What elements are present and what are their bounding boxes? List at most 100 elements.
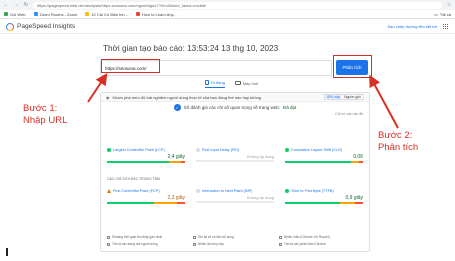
metric-ttfb[interactable]: Time to First Byte (TTFB) 0,9 giây	[285, 189, 363, 204]
distribution-bar	[285, 161, 363, 163]
metric-label: Cumulative Layout Shift (CLS)	[291, 148, 343, 152]
visits-icon	[193, 242, 196, 246]
metric-value: 2,4 giây	[167, 154, 185, 160]
section-label: CÁC CHỈ SỐ KHÁC TRỌNG TÂM	[107, 177, 160, 181]
star-icon[interactable]: ☆	[446, 2, 452, 8]
header-actions: Sao chép đường liên kết tới	[387, 23, 449, 30]
metric-label: First Contentful Paint (FCP)	[113, 189, 160, 193]
metric-value: 0,06	[353, 154, 363, 160]
metric-lcp[interactable]: Largest Contentful Paint (LCP) 2,4 giây	[107, 148, 185, 163]
metric-value: 0,9 giây	[345, 195, 363, 201]
distribution-bar	[107, 161, 185, 163]
assessment-text: Số đánh giá các chỉ số quan trọng về tra…	[183, 105, 281, 110]
good-circle-icon	[107, 148, 111, 152]
metric-value: Không áp dụng	[246, 195, 274, 200]
bookmark-label: How to Learn Any...	[141, 11, 177, 17]
bookmark-favicon-icon	[33, 12, 38, 16]
reload-icon[interactable]: ↻	[23, 2, 29, 8]
tab-label: Di động	[211, 80, 225, 85]
analyze-button-highlight	[333, 55, 372, 78]
metric-value: Không áp dụng	[246, 154, 274, 159]
metric-fid[interactable]: First Input Delay (FID) Không áp dụng	[196, 148, 274, 162]
page-title: Thời gian tạo báo cáo: 13:53:24 13 thg 1…	[103, 44, 279, 53]
metric-label: Largest Contentful Paint (LCP)	[113, 148, 165, 152]
back-arrow-icon[interactable]: ←	[3, 2, 9, 8]
bookmark-label: Gói Web	[10, 11, 26, 17]
bookmark-3[interactable]: How to Learn Any...	[135, 11, 177, 17]
tab-label: Máy tính	[242, 80, 259, 86]
results-card: ◉ Khám phá mức độ trải nghiệm người dùng…	[100, 92, 370, 252]
psi-logo-text: PageSpeed Insights	[17, 23, 76, 30]
chrome-icon	[279, 242, 282, 246]
step1-annotation: Bước 1: Nhập URL	[23, 103, 68, 126]
metric-cls[interactable]: Cumulative Layout Shift (CLS) 0,06	[285, 148, 363, 163]
arrow-to-analyze-button	[369, 74, 399, 129]
card-header: ◉ Khám phá mức độ trải nghiệm người dùng…	[101, 93, 369, 102]
bookmark-label: Zoom Rooms - Zoom	[39, 11, 78, 17]
data-source-notes: Khoảng thời gian thu thập gần nhất Ghi l…	[107, 235, 365, 246]
card-header-text: Khám phá mức độ trải nghiệm người dùng t…	[112, 94, 262, 100]
bookmark-favicon-icon	[4, 12, 8, 16]
warning-triangle-icon	[107, 189, 111, 193]
clock-icon	[193, 235, 196, 239]
toggle-origin[interactable]: Nguồn gốc	[342, 95, 363, 99]
bookmark-favicon-icon	[135, 12, 140, 16]
note-item: Tất cả các trang mà người dùng	[107, 242, 193, 246]
browser-toolbar: ← → ↻ https://pagespeed.web.dev/analysis…	[0, 0, 455, 10]
metric-fcp[interactable]: First Contentful Paint (FCP) 2,3 giây	[107, 189, 185, 204]
phone-icon	[205, 80, 209, 85]
all-bookmarks[interactable]: ▭ Tất cả	[434, 12, 451, 17]
calendar-icon	[107, 235, 110, 239]
note-item: Khoảng thời gian thu thập gần nhất	[107, 235, 193, 239]
bookmark-favicon-icon	[85, 12, 90, 16]
neutral-circle-icon	[196, 189, 200, 193]
note-item: Ghi lại về số liệu bổ sung	[193, 235, 279, 239]
folder-icon: ▭	[434, 11, 438, 17]
address-url: https://pagespeed.web.dev/analysis/https…	[37, 2, 206, 8]
distribution-bar	[107, 202, 185, 204]
good-circle-icon	[285, 148, 289, 152]
note-item: Nhiều mẫu (Chrome UX Report)	[279, 235, 365, 239]
desktop-icon	[234, 81, 241, 85]
assessment-check-icon: ✓	[173, 104, 181, 111]
psi-header: PageSpeed Insights Sao chép đường liên k…	[0, 20, 455, 34]
bookmark-label: 10 Cái Có Màn hìn...	[91, 11, 128, 17]
device-icon	[107, 242, 110, 246]
bookmark-2[interactable]: 10 Cái Có Màn hìn...	[85, 12, 128, 17]
step2-annotation: Bước 2: Phân tích	[378, 130, 419, 153]
metric-value: 2,3 giây	[167, 195, 185, 201]
text-cursor	[6, 248, 8, 256]
device-tabs: Di động Máy tính	[205, 80, 258, 88]
origin-toggle: URL này Nguồn gốc	[323, 94, 364, 100]
toggle-this-url[interactable]: URL này	[324, 95, 343, 99]
expand-view-link[interactable]: Chỉ số các vấn đề	[335, 112, 363, 116]
distribution-bar	[196, 201, 274, 203]
users-icon: ◉	[106, 94, 110, 100]
users-icon	[279, 235, 282, 239]
assessment-result: Đã đạt	[283, 105, 297, 110]
neutral-circle-icon	[196, 148, 200, 152]
tab-desktop[interactable]: Máy tính	[234, 80, 259, 88]
distribution-bar	[196, 160, 274, 162]
psi-logo[interactable]: PageSpeed Insights	[6, 22, 76, 31]
url-origin-switch[interactable]: URL này Nguồn gốc	[323, 94, 364, 100]
apps-grid-icon[interactable]	[443, 23, 449, 30]
metric-label: Interaction to Next Paint (INP)	[202, 189, 253, 193]
address-bar[interactable]: https://pagespeed.web.dev/analysis/https…	[33, 1, 442, 9]
bookmark-0[interactable]: Gói Web	[4, 12, 26, 17]
forward-arrow-icon[interactable]: →	[13, 2, 19, 8]
good-circle-icon	[285, 189, 289, 193]
url-input-highlight	[101, 59, 160, 73]
metric-inp[interactable]: Interaction to Next Paint (INP) Không áp…	[196, 189, 274, 203]
note-item: Nhiều lần truy cập	[193, 242, 279, 246]
bookmark-1[interactable]: Zoom Rooms - Zoom	[33, 11, 78, 17]
distribution-bar	[285, 202, 363, 204]
metric-label: Time to First Byte (TTFB)	[291, 189, 334, 193]
pagespeed-logo-icon	[6, 22, 14, 31]
cwv-assessment: ✓ Số đánh giá các chỉ số quan trọng về t…	[101, 104, 369, 111]
bookmarks-bar: Gói Web Zoom Rooms - Zoom 10 Cái Có Màn …	[0, 10, 455, 19]
note-item: Tất cả các phiên bản Chrome	[279, 242, 365, 246]
metric-label: First Input Delay (FID)	[202, 148, 240, 152]
tab-mobile[interactable]: Di động	[205, 80, 225, 88]
copy-link-button[interactable]: Sao chép đường liên kết tới	[387, 24, 437, 29]
